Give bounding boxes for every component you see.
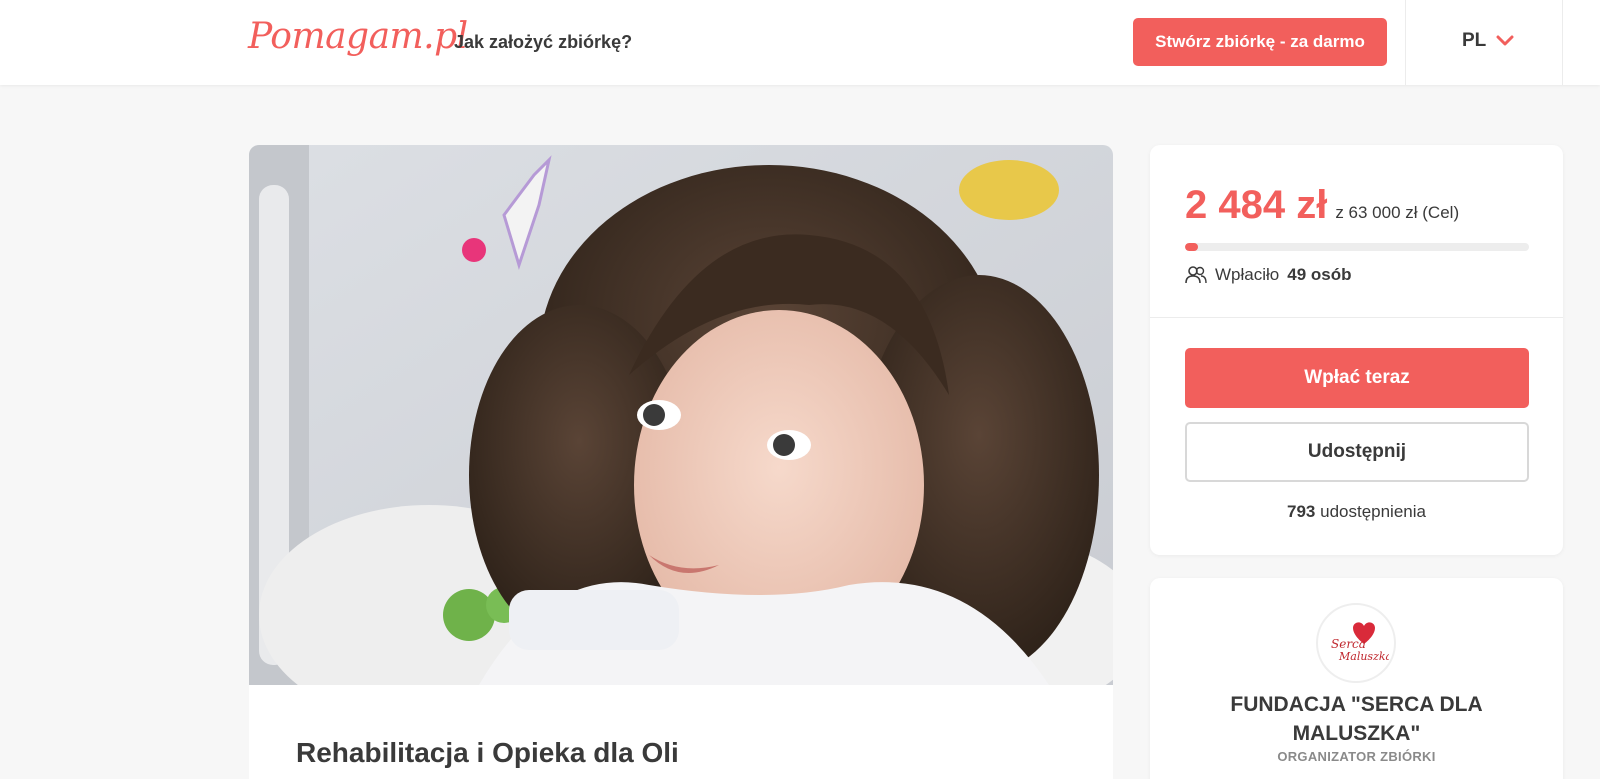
organizer-avatar[interactable]: Serca Maluszka <box>1316 603 1396 683</box>
header-divider <box>1405 0 1406 85</box>
shares-label: udostępnienia <box>1320 502 1426 521</box>
campaign-photo <box>249 145 1113 685</box>
campaign-title-card: Rehabilitacja i Opieka dla Oli <box>249 685 1113 779</box>
donors-number: 49 osób <box>1287 265 1352 284</box>
donate-now-button[interactable]: Wpłać teraz <box>1185 348 1529 408</box>
organizer-role: ORGANIZATOR ZBIÓRKI <box>1277 749 1436 764</box>
campaign-title: Rehabilitacja i Opieka dla Oli <box>296 737 679 768</box>
how-to-create-link[interactable]: Jak założyć zbiórkę? <box>454 32 632 53</box>
organizer-logo-icon: Serca Maluszka <box>1331 622 1389 663</box>
header-divider-right <box>1562 0 1563 85</box>
campaign-photo-image <box>249 145 1113 685</box>
donation-card: 2 484 zł z 63 000 zł (Cel) Wpłaciło 49 o… <box>1150 145 1563 555</box>
donors-count: Wpłaciło 49 osób <box>1185 265 1352 285</box>
amount-row: 2 484 zł z 63 000 zł (Cel) <box>1185 183 1459 228</box>
raised-amount: 2 484 zł <box>1185 183 1328 227</box>
site-header: Pomagam.pl Jak założyć zbiórkę? Stwórz z… <box>0 0 1600 85</box>
share-button[interactable]: Udostępnij <box>1185 422 1529 482</box>
organizer-card: Serca Maluszka FUNDACJA "SERCA DLA MALUS… <box>1150 578 1563 779</box>
donors-prefix: Wpłaciło <box>1215 265 1280 284</box>
users-icon <box>1185 266 1207 284</box>
shares-number: 793 <box>1287 502 1316 521</box>
goal-amount: z 63 000 zł (Cel) <box>1335 203 1460 222</box>
svg-text:Maluszka: Maluszka <box>1338 650 1389 663</box>
shares-count: 793 udostępnienia <box>1150 502 1563 522</box>
card-divider <box>1150 317 1563 318</box>
chevron-down-icon <box>1496 35 1514 46</box>
create-fundraiser-button[interactable]: Stwórz zbiórkę - za darmo <box>1133 18 1387 66</box>
svg-text:Serca: Serca <box>1331 637 1366 651</box>
organizer-name[interactable]: FUNDACJA "SERCA DLA MALUSZKA" <box>1190 690 1523 748</box>
language-label: PL <box>1462 30 1487 51</box>
language-selector[interactable]: PL <box>1462 30 1514 52</box>
progress-bar-fill <box>1185 243 1199 251</box>
site-logo[interactable]: Pomagam.pl <box>248 16 468 57</box>
progress-bar <box>1185 243 1529 251</box>
